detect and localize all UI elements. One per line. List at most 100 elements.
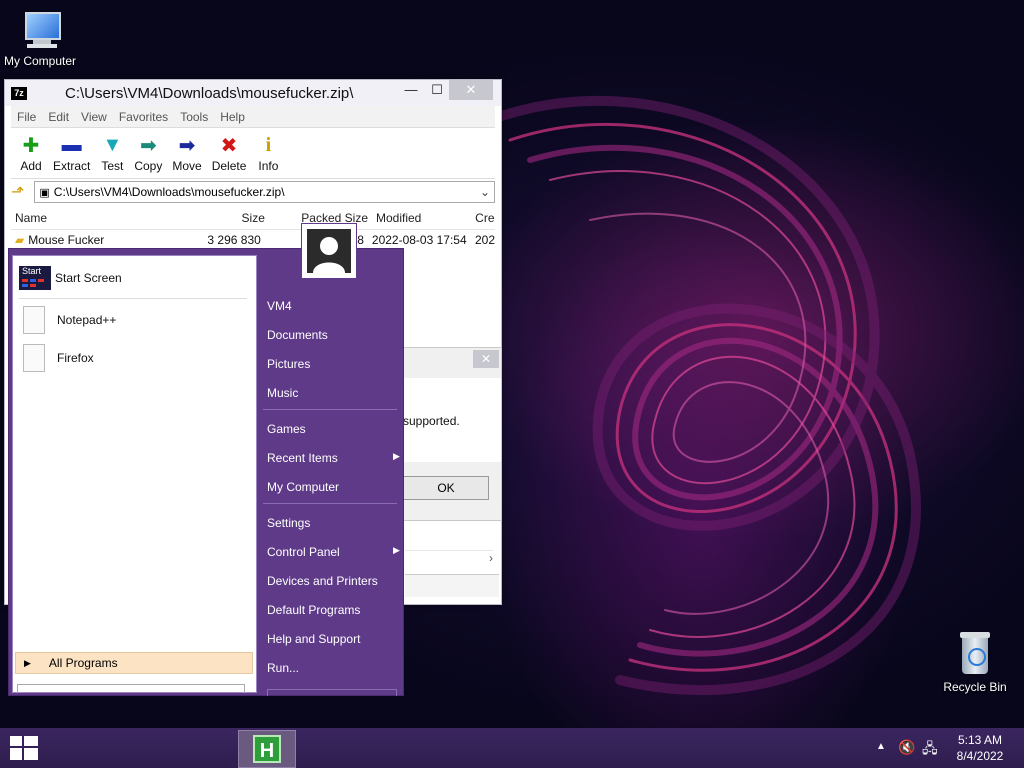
clock-date: 8/4/2022 bbox=[956, 749, 1004, 763]
devices-and-printers-item[interactable]: Devices and Printers bbox=[267, 574, 378, 588]
windows-logo-icon bbox=[10, 736, 38, 760]
start-menu-right-pane: VM4 Documents Pictures Music Games Recen… bbox=[259, 249, 403, 696]
address-bar[interactable]: ▣ C:\Users\VM4\Downloads\mousefucker.zip… bbox=[34, 181, 495, 203]
delete-button[interactable]: ✖ Delete bbox=[212, 134, 247, 178]
control-panel-item[interactable]: Control Panel bbox=[267, 545, 340, 559]
file-name: Mouse Fucker bbox=[28, 233, 105, 247]
close-icon: ✕ bbox=[465, 82, 477, 97]
file-icon bbox=[23, 344, 45, 372]
settings-item[interactable]: Settings bbox=[267, 516, 310, 530]
add-button[interactable]: ✚ Add bbox=[19, 134, 43, 178]
vm4-item[interactable]: VM4 bbox=[267, 299, 292, 313]
test-button[interactable]: ▼ Test bbox=[100, 134, 124, 178]
info-icon: i bbox=[265, 133, 272, 156]
clock[interactable]: 5:13 AM 8/4/2022 bbox=[948, 732, 1012, 764]
close-button[interactable]: ✕ bbox=[449, 80, 493, 100]
menu-tools[interactable]: Tools bbox=[180, 110, 208, 124]
search-box[interactable] bbox=[17, 684, 245, 693]
copy-label: Copy bbox=[134, 159, 163, 173]
recycle-bin-desktop-icon[interactable]: Recycle Bin bbox=[938, 630, 1012, 694]
documents-item[interactable]: Documents bbox=[267, 328, 328, 342]
extract-button[interactable]: ▬ Extract bbox=[53, 134, 90, 178]
volume-muted-icon[interactable]: 🔇 bbox=[898, 739, 915, 756]
monitor-icon bbox=[17, 8, 63, 52]
check-chevron-icon: ▼ bbox=[102, 133, 123, 156]
minimize-icon: — bbox=[404, 82, 418, 97]
file-size: 3 296 830 bbox=[207, 233, 261, 247]
divider bbox=[19, 298, 247, 299]
column-modified[interactable]: Modified bbox=[368, 211, 475, 225]
x-icon: ✖ bbox=[220, 134, 238, 157]
column-name[interactable]: Name bbox=[11, 211, 164, 225]
dialog-close-button[interactable]: ✕ bbox=[473, 350, 499, 368]
menu-edit[interactable]: Edit bbox=[48, 110, 69, 124]
column-size[interactable]: Size bbox=[164, 211, 265, 225]
run-item[interactable]: Run... bbox=[267, 661, 299, 675]
my-computer-desktop-icon[interactable]: My Computer bbox=[2, 8, 78, 68]
start-button[interactable] bbox=[10, 736, 38, 760]
column-created[interactable]: Cre bbox=[475, 211, 495, 225]
plus-icon: ✚ bbox=[22, 134, 40, 157]
scroll-right-icon[interactable]: › bbox=[489, 551, 493, 565]
list-item[interactable]: ▰ Mouse Fucker 3 296 830 38 2022-08-03 1… bbox=[11, 230, 495, 250]
shutdown-button[interactable] bbox=[267, 689, 397, 696]
submenu-arrow-icon: ▶ bbox=[393, 451, 400, 461]
taskbar-app-button[interactable]: H bbox=[238, 730, 296, 768]
wallpaper-swirl bbox=[485, 95, 921, 696]
minimize-button[interactable]: — bbox=[397, 80, 425, 100]
chevron-down-icon[interactable]: ⌄ bbox=[480, 185, 490, 199]
start-screen-item[interactable]: Start Start Screen bbox=[19, 266, 122, 290]
network-icon[interactable]: 🖧 bbox=[922, 738, 938, 762]
move-label: Move bbox=[172, 159, 202, 173]
address-text: C:\Users\VM4\Downloads\mousefucker.zip\ bbox=[53, 185, 285, 199]
app-h-icon: H bbox=[253, 735, 281, 763]
recycle-bin-label: Recycle Bin bbox=[943, 680, 1007, 694]
pictures-item[interactable]: Pictures bbox=[267, 357, 310, 371]
dialog-body: supported. bbox=[399, 378, 501, 462]
sevenzip-titlebar[interactable]: 7z C:\Users\VM4\Downloads\mousefucker.zi… bbox=[5, 80, 501, 106]
help-and-support-item[interactable]: Help and Support bbox=[267, 632, 360, 646]
close-icon: ✕ bbox=[480, 352, 492, 366]
dialog-titlebar[interactable]: ✕ bbox=[399, 348, 501, 370]
games-item[interactable]: Games bbox=[267, 422, 306, 436]
menu-file[interactable]: File bbox=[17, 110, 36, 124]
horizontal-scrollbar[interactable]: › bbox=[405, 550, 493, 567]
arrow-right-icon: ➡ bbox=[178, 134, 196, 157]
my-computer-item[interactable]: My Computer bbox=[267, 480, 339, 494]
music-item[interactable]: Music bbox=[267, 386, 298, 400]
address-row: ⬏ ▣ C:\Users\VM4\Downloads\mousefucker.z… bbox=[11, 179, 495, 205]
menu-help[interactable]: Help bbox=[220, 110, 245, 124]
start-screen-icon: Start bbox=[19, 266, 51, 290]
recycle-bin-icon bbox=[958, 630, 992, 678]
add-label: Add bbox=[20, 159, 42, 173]
toolbar: ✚ Add ▬ Extract ▼ Test ➡ Copy ➡ Move ✖ D… bbox=[11, 128, 495, 179]
menu-view[interactable]: View bbox=[81, 110, 107, 124]
sevenzip-app-icon: 7z bbox=[11, 86, 27, 100]
taskbar: H ▲ 🔇 🖧 5:13 AM 8/4/2022 bbox=[0, 728, 1024, 768]
notepad-plus-plus-item[interactable]: Notepad++ bbox=[19, 306, 116, 334]
error-dialog: ✕ supported. OK bbox=[398, 347, 502, 521]
copy-button[interactable]: ➡ Copy bbox=[134, 134, 162, 178]
status-bar bbox=[405, 574, 499, 597]
extract-label: Extract bbox=[53, 159, 91, 173]
folder-up-icon[interactable]: ⬏ bbox=[11, 182, 24, 202]
start-screen-icon-text: Start bbox=[22, 266, 42, 276]
menu-favorites[interactable]: Favorites bbox=[119, 110, 168, 124]
show-hidden-icons-icon[interactable]: ▲ bbox=[876, 741, 886, 752]
all-programs-label: All Programs bbox=[48, 656, 118, 670]
info-button[interactable]: i Info bbox=[256, 134, 280, 178]
move-button[interactable]: ➡ Move bbox=[172, 134, 201, 178]
divider bbox=[263, 409, 397, 410]
recent-items-item[interactable]: Recent Items bbox=[267, 451, 338, 465]
maximize-icon: ☐ bbox=[431, 82, 443, 97]
file-icon bbox=[23, 306, 45, 334]
firefox-item[interactable]: Firefox bbox=[19, 344, 94, 372]
start-menu: Start Start Screen Notepad++ Firefox ▶ A… bbox=[8, 223, 404, 696]
clock-time: 5:13 AM bbox=[957, 733, 1003, 747]
ok-button[interactable]: OK bbox=[403, 476, 489, 500]
all-programs-button[interactable]: ▶ All Programs bbox=[15, 652, 253, 674]
default-programs-item[interactable]: Default Programs bbox=[267, 603, 360, 617]
maximize-button[interactable]: ☐ bbox=[423, 80, 451, 100]
arrow-right-icon: ➡ bbox=[139, 134, 157, 157]
delete-label: Delete bbox=[211, 159, 247, 173]
